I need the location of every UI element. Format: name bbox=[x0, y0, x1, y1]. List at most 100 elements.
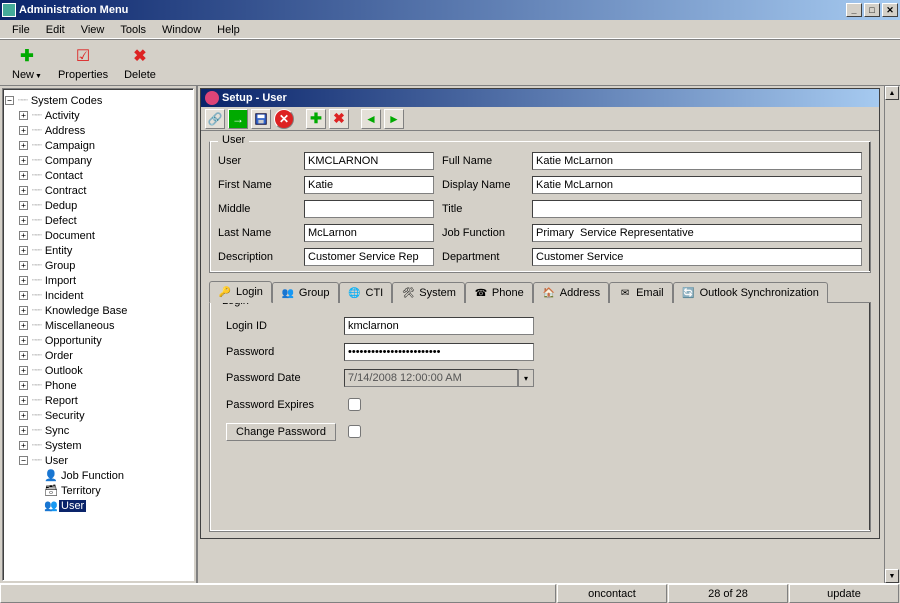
menu-window[interactable]: Window bbox=[154, 22, 209, 38]
tree-node[interactable]: Contract bbox=[43, 185, 89, 197]
remove-button[interactable]: ✖ bbox=[329, 109, 349, 129]
tab-email[interactable]: ✉Email bbox=[609, 282, 673, 303]
tree-node[interactable]: Activity bbox=[43, 110, 82, 122]
tree-root[interactable]: System Codes bbox=[29, 95, 105, 107]
tree-node[interactable]: Address bbox=[43, 125, 87, 137]
maximize-button[interactable]: □ bbox=[864, 3, 880, 17]
tree-node[interactable]: Campaign bbox=[43, 140, 97, 152]
tree-node[interactable]: Outlook bbox=[43, 365, 85, 377]
input-user[interactable] bbox=[304, 152, 434, 170]
tree-toggle[interactable]: + bbox=[19, 201, 28, 210]
tree-toggle[interactable]: + bbox=[19, 141, 28, 150]
tree-node[interactable]: Security bbox=[43, 410, 87, 422]
tab-phone[interactable]: ☎Phone bbox=[465, 282, 533, 303]
properties-button[interactable]: ☑ Properties bbox=[50, 43, 116, 83]
tree-node[interactable]: Opportunity bbox=[43, 335, 104, 347]
scroll-down-button[interactable]: ▼ bbox=[885, 569, 899, 583]
tree-node[interactable]: Contact bbox=[43, 170, 85, 182]
checkbox-changepassword[interactable] bbox=[348, 425, 361, 438]
tree-node[interactable]: Incident bbox=[43, 290, 86, 302]
tab-system[interactable]: 🛠System bbox=[392, 282, 465, 303]
tree-node[interactable]: Defect bbox=[43, 215, 79, 227]
tree-node[interactable]: Dedup bbox=[43, 200, 79, 212]
tree-toggle[interactable]: + bbox=[19, 426, 28, 435]
tree-node[interactable]: Order bbox=[43, 350, 75, 362]
tree-node[interactable]: Import bbox=[43, 275, 78, 287]
tree-node[interactable]: System bbox=[43, 440, 84, 452]
tree-node[interactable]: Knowledge Base bbox=[43, 305, 130, 317]
change-password-button[interactable]: Change Password bbox=[226, 423, 336, 441]
input-loginid[interactable] bbox=[344, 317, 534, 335]
tree-leaf-territory[interactable]: Territory bbox=[59, 485, 103, 497]
input-department[interactable] bbox=[532, 248, 862, 266]
tree-node[interactable]: Report bbox=[43, 395, 80, 407]
tree-toggle[interactable]: + bbox=[19, 126, 28, 135]
tree-node[interactable]: Entity bbox=[43, 245, 75, 257]
tree-toggle[interactable]: + bbox=[19, 351, 28, 360]
tree-leaf-user[interactable]: User bbox=[59, 500, 86, 512]
checkbox-passwordexpires[interactable] bbox=[348, 398, 361, 411]
tree-leaf-jobfunction[interactable]: Job Function bbox=[59, 470, 126, 482]
tree-node[interactable]: Company bbox=[43, 155, 94, 167]
input-description[interactable] bbox=[304, 248, 434, 266]
close-button[interactable]: ✕ bbox=[882, 3, 898, 17]
go-button[interactable]: → bbox=[228, 109, 248, 129]
input-jobfunction[interactable] bbox=[532, 224, 862, 242]
tree-toggle[interactable]: + bbox=[19, 171, 28, 180]
tree-node[interactable]: Group bbox=[43, 260, 78, 272]
tree-toggle[interactable]: + bbox=[19, 411, 28, 420]
input-title[interactable] bbox=[532, 200, 862, 218]
tree-toggle[interactable]: + bbox=[19, 246, 28, 255]
input-lastname[interactable] bbox=[304, 224, 434, 242]
menu-edit[interactable]: Edit bbox=[38, 22, 73, 38]
link-button[interactable]: 🔗 bbox=[205, 109, 225, 129]
cancel-button[interactable]: ✕ bbox=[274, 109, 294, 129]
new-button[interactable]: ✚ New▼ bbox=[4, 43, 50, 83]
tree-toggle[interactable]: + bbox=[19, 216, 28, 225]
tree-toggle-user[interactable]: − bbox=[19, 456, 28, 465]
tab-cti[interactable]: 🌐CTI bbox=[339, 282, 393, 303]
tree-panel[interactable]: − ┈┈ System Codes +┈┈Activity+┈┈Address+… bbox=[2, 88, 194, 581]
tab-login[interactable]: 🔑Login bbox=[209, 281, 272, 303]
input-displayname[interactable] bbox=[532, 176, 862, 194]
tree-toggle[interactable]: + bbox=[19, 111, 28, 120]
tab-address[interactable]: 🏠Address bbox=[533, 282, 609, 303]
tree-toggle[interactable]: + bbox=[19, 441, 28, 450]
tree-toggle[interactable]: + bbox=[19, 156, 28, 165]
tab-outlook-sync[interactable]: 🔄Outlook Synchronization bbox=[673, 282, 828, 303]
tree-toggle[interactable]: + bbox=[19, 291, 28, 300]
scroll-up-button[interactable]: ▲ bbox=[885, 86, 899, 100]
tree-node-user[interactable]: User bbox=[43, 455, 70, 467]
delete-button[interactable]: ✖ Delete bbox=[116, 43, 164, 83]
tree-node[interactable]: Phone bbox=[43, 380, 79, 392]
tree-toggle[interactable]: + bbox=[19, 336, 28, 345]
tree-toggle[interactable]: + bbox=[19, 276, 28, 285]
tree-toggle[interactable]: + bbox=[19, 321, 28, 330]
tab-group[interactable]: 👥Group bbox=[272, 282, 339, 303]
tree-node[interactable]: Miscellaneous bbox=[43, 320, 117, 332]
add-button[interactable]: ✚ bbox=[306, 109, 326, 129]
tree-node[interactable]: Sync bbox=[43, 425, 71, 437]
menu-help[interactable]: Help bbox=[209, 22, 248, 38]
input-middle[interactable] bbox=[304, 200, 434, 218]
tree-toggle-root[interactable]: − bbox=[5, 96, 14, 105]
input-password[interactable] bbox=[344, 343, 534, 361]
input-fullname[interactable] bbox=[532, 152, 862, 170]
tree-node[interactable]: Document bbox=[43, 230, 97, 242]
menu-tools[interactable]: Tools bbox=[112, 22, 154, 38]
next-button[interactable]: ► bbox=[384, 109, 404, 129]
tree-toggle[interactable]: + bbox=[19, 231, 28, 240]
input-firstname[interactable] bbox=[304, 176, 434, 194]
tree-toggle[interactable]: + bbox=[19, 306, 28, 315]
minimize-button[interactable]: _ bbox=[846, 3, 862, 17]
tree-toggle[interactable]: + bbox=[19, 186, 28, 195]
menu-file[interactable]: File bbox=[4, 22, 38, 38]
tree-toggle[interactable]: + bbox=[19, 366, 28, 375]
menu-view[interactable]: View bbox=[73, 22, 113, 38]
vertical-scrollbar[interactable]: ▲ ▼ bbox=[884, 86, 900, 583]
tree-toggle[interactable]: + bbox=[19, 261, 28, 270]
date-picker-button[interactable]: ▾ bbox=[518, 369, 534, 387]
save-button[interactable] bbox=[251, 109, 271, 129]
prev-button[interactable]: ◄ bbox=[361, 109, 381, 129]
tree-toggle[interactable]: + bbox=[19, 396, 28, 405]
